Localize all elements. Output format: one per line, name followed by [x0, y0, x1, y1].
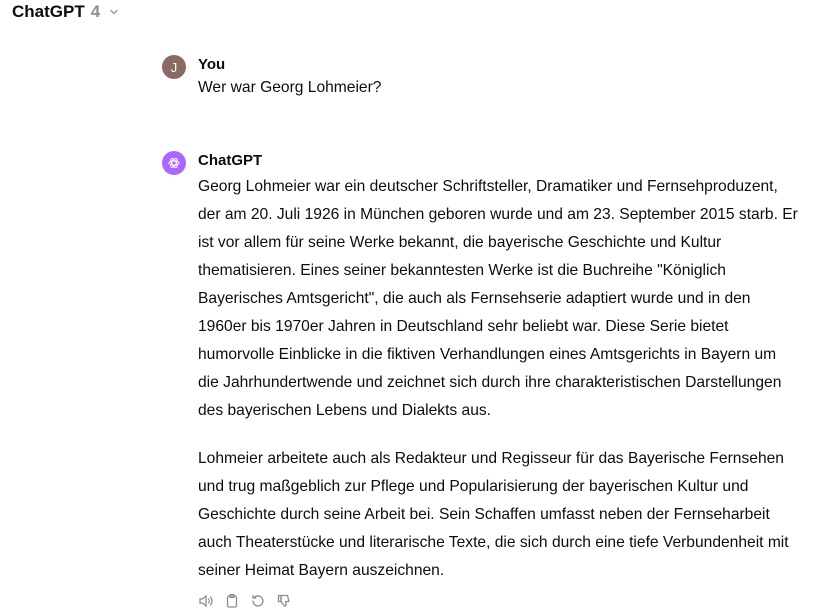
chevron-down-icon [108, 6, 120, 18]
avatar: J [162, 55, 186, 79]
thumbs-down-icon[interactable] [276, 593, 292, 609]
message-text: Wer war Georg Lohmeier? [198, 79, 382, 96]
model-version: 4 [90, 2, 101, 21]
regenerate-icon[interactable] [250, 593, 266, 609]
message-actions [198, 593, 292, 609]
message-author: ChatGPT [198, 152, 263, 169]
message-body: Georg Lohmeier war ein deutscher Schrift… [198, 173, 798, 585]
user-message: J You Wer war Georg Lohmeier? [162, 55, 798, 105]
model-name: ChatGPT [12, 2, 85, 21]
copy-icon[interactable] [224, 593, 240, 609]
model-selector[interactable]: ChatGPT 4 [12, 2, 120, 22]
read-aloud-icon[interactable] [198, 593, 214, 609]
message-paragraph: Georg Lohmeier war ein deutscher Schrift… [198, 178, 798, 419]
message-paragraph: Lohmeier arbeitete auch als Redakteur un… [198, 450, 789, 579]
chatgpt-logo-icon [162, 151, 186, 175]
message-author: You [198, 56, 226, 73]
assistant-message: ChatGPT Georg Lohmeier war ein deutscher… [162, 151, 798, 612]
avatar-letter: J [170, 59, 178, 75]
